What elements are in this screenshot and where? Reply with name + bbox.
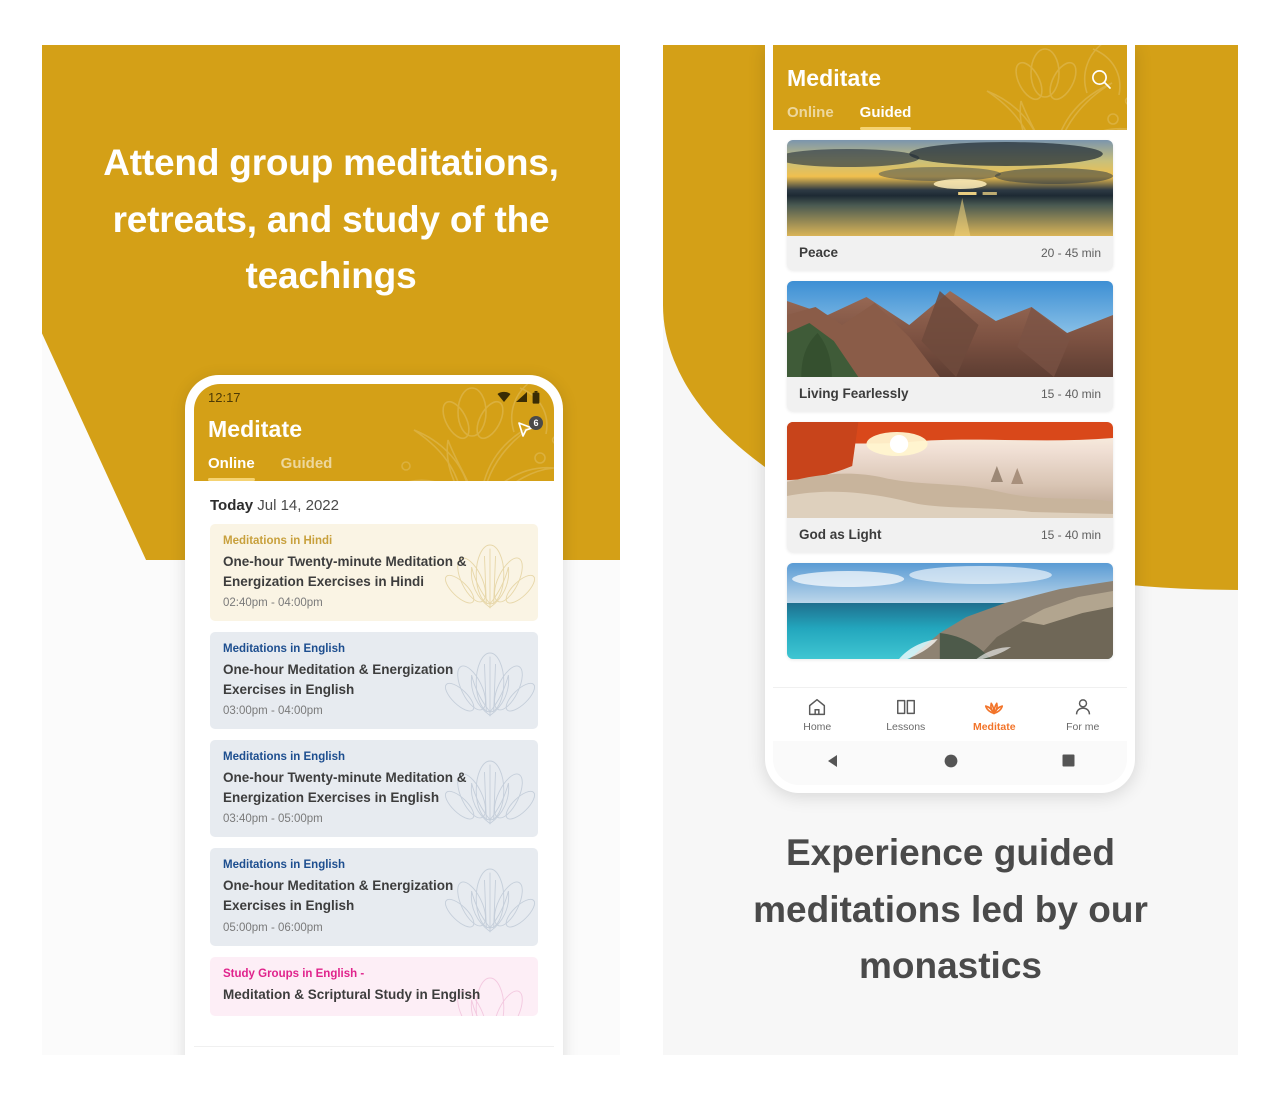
- event-list: Meditations in Hindi One-hour Twenty-min…: [194, 524, 554, 1046]
- tab-online[interactable]: Online: [787, 104, 834, 130]
- nav-label: Home: [803, 721, 832, 733]
- guided-meta: Peace 20 - 45 min: [787, 236, 1113, 270]
- left-phone-screen: 12:17 Meditate 6 Online Guided Today Jul…: [194, 384, 554, 1055]
- guided-duration: 20 - 45 min: [1040, 245, 1101, 260]
- event-card[interactable]: Meditations in Hindi One-hour Twenty-min…: [210, 524, 538, 622]
- event-category: Meditations in English: [223, 643, 346, 656]
- nav-label: Lessons: [886, 721, 926, 733]
- event-title: One-hour Twenty-minute Meditation & Ener…: [223, 554, 467, 589]
- guided-card[interactable]: Living Fearlessly 15 - 40 min: [787, 281, 1113, 411]
- status-icons: [497, 390, 540, 404]
- event-card[interactable]: Meditations in English One-hour Meditati…: [210, 848, 538, 946]
- event-card[interactable]: Meditations in English One-hour Meditati…: [210, 632, 538, 730]
- left-phone-mockup: 12:17 Meditate 6 Online Guided Today Jul…: [185, 375, 563, 1055]
- book-icon: [896, 699, 915, 715]
- left-app-title: Meditate: [208, 416, 303, 442]
- status-time: 12:17: [208, 389, 241, 405]
- guided-image: [787, 140, 1113, 236]
- person-icon: [1075, 699, 1090, 715]
- notification-badge: 6: [529, 415, 543, 430]
- guided-duration: 15 - 40 min: [1040, 386, 1101, 401]
- day-label: Today: [210, 497, 254, 514]
- guided-list: Peace 20 - 45 min Living Fearlessly 15 -…: [773, 130, 1127, 687]
- right-promo-panel: Meditate Online Guided Peace 20 - 45 min…: [663, 45, 1238, 1055]
- day-header: Today Jul 14, 2022: [194, 481, 554, 524]
- lotus-icon: [985, 702, 1004, 715]
- left-tab-bar: Online Guided: [194, 445, 554, 481]
- home-circle-icon: [945, 754, 958, 767]
- nav-item-for-me[interactable]: For me: [1039, 696, 1128, 733]
- left-bottom-nav: Home Lessons: [194, 1046, 554, 1055]
- search-button[interactable]: [1089, 67, 1113, 91]
- right-title-row: Meditate: [773, 45, 1127, 94]
- android-home-button[interactable]: [943, 753, 959, 774]
- recents-square-icon: [1062, 754, 1075, 767]
- signal-icon: [516, 392, 527, 402]
- right-app-title: Meditate: [787, 65, 882, 91]
- android-recents-button[interactable]: [1061, 753, 1076, 773]
- guided-image: [787, 563, 1113, 659]
- day-date: Jul 14, 2022: [257, 497, 339, 514]
- right-phone-mockup: Meditate Online Guided Peace 20 - 45 min…: [765, 45, 1135, 793]
- right-tab-bar: Online Guided: [773, 94, 1127, 130]
- event-title: One-hour Twenty-minute Meditation & Ener…: [223, 770, 467, 805]
- nav-item-meditate[interactable]: Meditate: [950, 696, 1039, 733]
- back-triangle-icon: [827, 754, 837, 767]
- promo-footline: Experience guided meditations led by our…: [753, 832, 1148, 987]
- tab-guided[interactable]: Guided: [859, 104, 911, 130]
- guided-name: Peace: [799, 245, 839, 260]
- event-time: 03:40pm - 05:00pm: [223, 813, 323, 826]
- event-time: 05:00pm - 06:00pm: [223, 921, 323, 934]
- guided-meta: God as Light 15 - 40 min: [787, 518, 1113, 552]
- right-phone-screen: Meditate Online Guided Peace 20 - 45 min…: [773, 45, 1127, 785]
- nav-item-home[interactable]: Home: [773, 696, 862, 733]
- guided-card[interactable]: God as Light 15 - 40 min: [787, 422, 1113, 552]
- guided-duration: 15 - 40 min: [1040, 527, 1101, 542]
- guided-image: [787, 281, 1113, 377]
- event-category: Study Groups in English -: [223, 967, 365, 980]
- event-time: 02:40pm - 04:00pm: [223, 597, 323, 610]
- guided-meta: Living Fearlessly 15 - 40 min: [787, 377, 1113, 411]
- right-bottom-nav: Home Lessons Meditate For me: [773, 687, 1127, 741]
- left-promo-panel: Attend group meditations, retreats, and …: [42, 45, 620, 1055]
- home-icon: [809, 698, 826, 716]
- guided-name: God as Light: [799, 527, 882, 542]
- left-title-row: Meditate 6: [194, 410, 554, 445]
- notification-button[interactable]: 6: [514, 415, 543, 443]
- event-category: Meditations in English: [223, 859, 346, 872]
- status-bar: 12:17: [194, 384, 554, 410]
- promo-headline: Attend group meditations, retreats, and …: [103, 142, 559, 297]
- event-time: 03:00pm - 04:00pm: [223, 705, 323, 718]
- left-app-header: 12:17 Meditate 6 Online Guided: [194, 384, 554, 481]
- guided-name: Living Fearlessly: [799, 386, 909, 401]
- tab-guided[interactable]: Guided: [281, 455, 333, 481]
- event-title: One-hour Meditation & Energization Exerc…: [223, 878, 454, 913]
- android-system-nav: [773, 741, 1127, 785]
- tab-online[interactable]: Online: [208, 455, 255, 481]
- guided-card[interactable]: Peace 20 - 45 min: [787, 140, 1113, 270]
- nav-label: For me: [1066, 721, 1100, 733]
- guided-card[interactable]: [787, 563, 1113, 659]
- event-title: One-hour Meditation & Energization Exerc…: [223, 662, 454, 697]
- android-back-button[interactable]: [824, 752, 842, 775]
- event-category: Meditations in Hindi: [223, 535, 333, 547]
- wifi-icon: [497, 391, 511, 402]
- battery-icon: [532, 390, 540, 404]
- event-card[interactable]: Meditations in English One-hour Twenty-m…: [210, 740, 538, 838]
- right-app-header: Meditate Online Guided: [773, 45, 1127, 130]
- search-icon: [1092, 69, 1111, 89]
- nav-item-lessons[interactable]: Lessons: [862, 696, 951, 733]
- promo-screenshot: Attend group meditations, retreats, and …: [0, 0, 1280, 1103]
- event-title: Meditation & Scriptural Study in English: [223, 986, 481, 1002]
- nav-label: Meditate: [972, 721, 1016, 733]
- event-card[interactable]: Study Groups in English - Meditation & S…: [210, 956, 538, 1017]
- event-category: Meditations in English: [223, 751, 346, 764]
- guided-image: [787, 422, 1113, 518]
